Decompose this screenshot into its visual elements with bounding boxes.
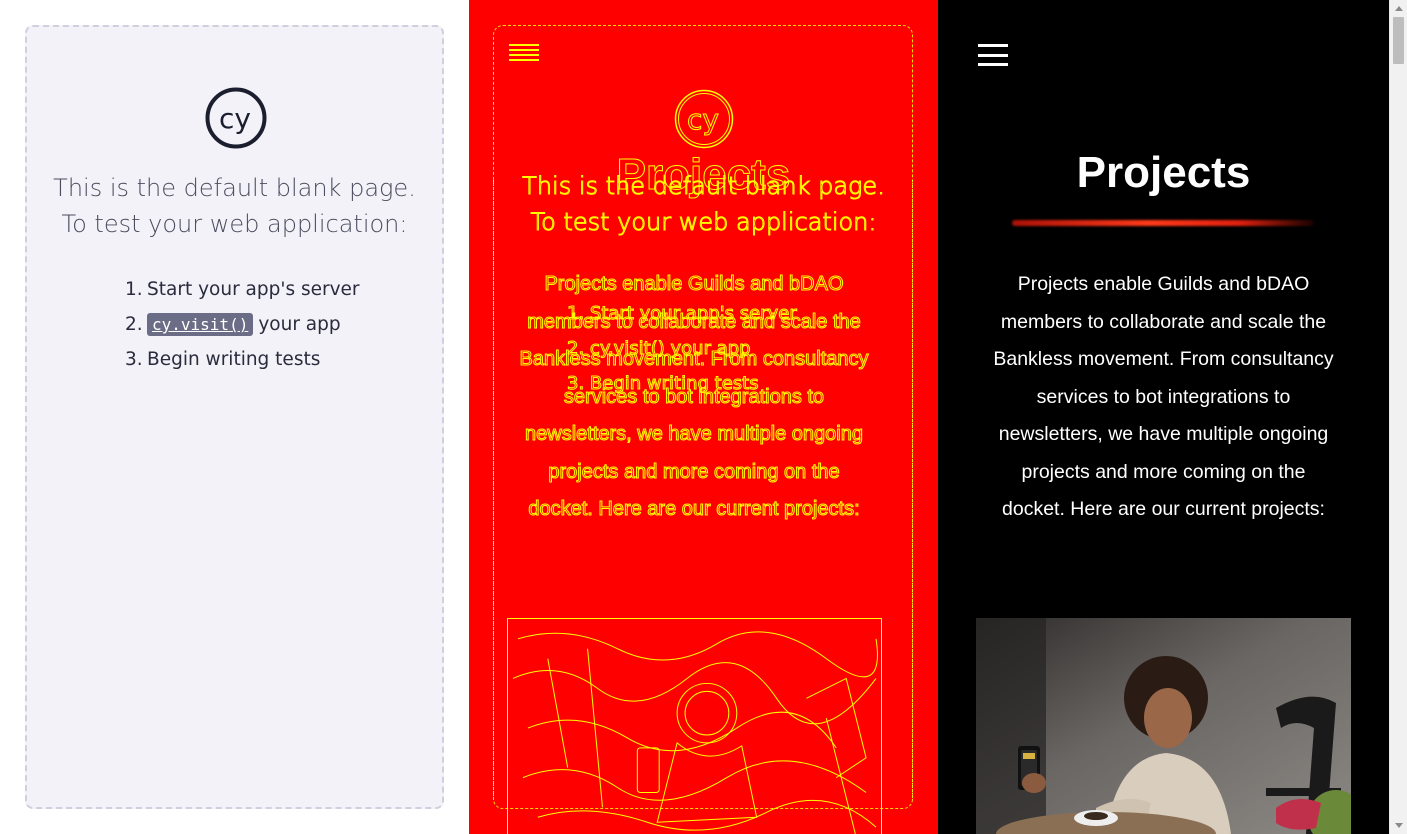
projects-description: Projects enable Guilds and bDAO members … bbox=[993, 273, 1334, 520]
page-scrollbar[interactable] bbox=[1389, 0, 1407, 834]
diff-steps-list: 1. Start your app's server 2. cy.visit()… bbox=[566, 303, 797, 395]
diff-cypress-logo-icon: cy bbox=[674, 89, 734, 149]
svg-text:cy: cy bbox=[687, 103, 719, 136]
step-item: 1. Start your app's server bbox=[125, 279, 360, 300]
project-photo-illustration bbox=[976, 618, 1351, 834]
cypress-logo-icon: cy bbox=[205, 87, 267, 149]
title-underline-accent bbox=[1012, 220, 1314, 226]
projects-page-panel: Projects Projects enable Guilds and bDAO… bbox=[938, 0, 1389, 834]
step-text: Start your app's server bbox=[147, 279, 360, 300]
diff-blank-heading: This is the default blank page. To test … bbox=[522, 172, 886, 237]
scroll-up-arrow-icon[interactable] bbox=[1395, 6, 1403, 11]
svg-text:cy: cy bbox=[219, 102, 251, 135]
projects-title: Projects bbox=[1076, 148, 1251, 197]
screenshot-root: cy This is the default blank page. To te… bbox=[0, 0, 1407, 834]
diff-project-image-outline bbox=[507, 618, 882, 834]
blank-page-heading: This is the default blank page. To test … bbox=[27, 170, 442, 242]
step-item: 2. cy.visit() your app bbox=[125, 313, 341, 336]
blank-page-heading-line2: To test your web application: bbox=[61, 210, 408, 238]
scrollbar-thumb[interactable] bbox=[1393, 17, 1404, 64]
scroll-down-arrow-icon[interactable] bbox=[1395, 823, 1403, 828]
step-item: 3. Begin writing tests bbox=[125, 349, 321, 370]
step-text: your app bbox=[258, 314, 341, 335]
setup-steps-list: 1. Start your app's server 2. cy.visit()… bbox=[125, 272, 360, 377]
project-card-image[interactable] bbox=[976, 618, 1351, 834]
diff-menu-icon bbox=[509, 44, 539, 66]
visual-diff-panel: cy Projects This is the default blank pa… bbox=[469, 0, 938, 834]
hamburger-menu-icon[interactable] bbox=[978, 44, 1008, 66]
cypress-blank-page-card: cy This is the default blank page. To te… bbox=[25, 25, 444, 809]
step-text: Begin writing tests bbox=[147, 349, 321, 370]
cy-visit-code-link[interactable]: cy.visit() bbox=[147, 313, 254, 336]
blank-page-heading-line1: This is the default blank page. bbox=[53, 174, 416, 202]
